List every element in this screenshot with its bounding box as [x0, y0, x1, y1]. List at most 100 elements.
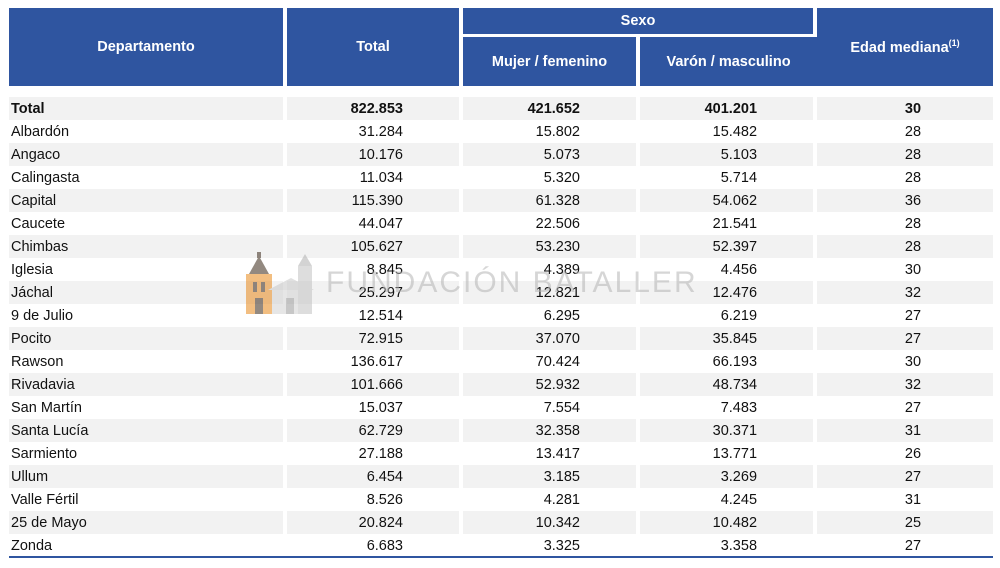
cell-edad: 28 — [817, 120, 994, 143]
cell-edad: 32 — [817, 373, 994, 396]
cell-total: 27.188 — [287, 442, 463, 465]
cell-varon: 15.482 — [640, 120, 818, 143]
cell-edad: 27 — [817, 327, 994, 350]
table-row: Ullum 6.454 3.185 3.269 27 — [9, 465, 994, 488]
cell-varon: 35.845 — [640, 327, 818, 350]
cell-total: 115.390 — [287, 189, 463, 212]
header-mujer: Mujer / femenino — [463, 37, 640, 89]
cell-name: San Martín — [9, 396, 287, 419]
cell-total: 6.683 — [287, 534, 463, 557]
cell-name: 25 de Mayo — [9, 511, 287, 534]
cell-edad: 27 — [817, 465, 994, 488]
cell-edad: 31 — [817, 488, 994, 511]
cell-edad: 27 — [817, 534, 994, 557]
cell-mujer: 52.932 — [463, 373, 640, 396]
table-row: Rivadavia 101.666 52.932 48.734 32 — [9, 373, 994, 396]
cell-edad: 26 — [817, 442, 994, 465]
cell-mujer: 37.070 — [463, 327, 640, 350]
cell-varon: 30.371 — [640, 419, 818, 442]
header-edad-footnote: (1) — [948, 38, 960, 49]
cell-total: 6.454 — [287, 465, 463, 488]
cell-varon: 401.201 — [640, 97, 818, 120]
cell-edad: 27 — [817, 304, 994, 327]
bottom-rule — [9, 556, 993, 558]
table-row: Albardón 31.284 15.802 15.482 28 — [9, 120, 994, 143]
cell-name: Angaco — [9, 143, 287, 166]
cell-varon: 48.734 — [640, 373, 818, 396]
cell-edad: 27 — [817, 396, 994, 419]
cell-mujer: 10.342 — [463, 511, 640, 534]
table-row: Santa Lucía 62.729 32.358 30.371 31 — [9, 419, 994, 442]
header-sexo: Sexo — [463, 8, 818, 37]
cell-total: 8.526 — [287, 488, 463, 511]
cell-mujer: 22.506 — [463, 212, 640, 235]
cell-varon: 4.245 — [640, 488, 818, 511]
cell-name: Valle Fértil — [9, 488, 287, 511]
table-row: Calingasta 11.034 5.320 5.714 28 — [9, 166, 994, 189]
table-row: Capital 115.390 61.328 54.062 36 — [9, 189, 994, 212]
cell-edad: 28 — [817, 166, 994, 189]
table-row: Valle Fértil 8.526 4.281 4.245 31 — [9, 488, 994, 511]
cell-mujer: 70.424 — [463, 350, 640, 373]
cell-mujer: 7.554 — [463, 396, 640, 419]
cell-edad: 28 — [817, 143, 994, 166]
cell-varon: 66.193 — [640, 350, 818, 373]
header-edad-mediana: Edad mediana(1) — [817, 8, 994, 89]
cell-total: 15.037 — [287, 396, 463, 419]
cell-name: Sarmiento — [9, 442, 287, 465]
header-departamento: Departamento — [9, 8, 287, 89]
cell-edad: 32 — [817, 281, 994, 304]
table-row: Sarmiento 27.188 13.417 13.771 26 — [9, 442, 994, 465]
cell-varon: 21.541 — [640, 212, 818, 235]
cell-name: Albardón — [9, 120, 287, 143]
cell-name: Ullum — [9, 465, 287, 488]
cell-name: Total — [9, 97, 287, 120]
cell-edad: 25 — [817, 511, 994, 534]
cell-mujer: 15.802 — [463, 120, 640, 143]
cell-edad: 28 — [817, 212, 994, 235]
cell-total: 72.915 — [287, 327, 463, 350]
cell-total: 11.034 — [287, 166, 463, 189]
cell-edad: 30 — [817, 97, 994, 120]
watermark: FUNDACIÓN BATALLER — [246, 252, 698, 314]
cell-total: 822.853 — [287, 97, 463, 120]
header-edad-label: Edad mediana — [850, 39, 949, 56]
cell-name: Pocito — [9, 327, 287, 350]
cell-total: 10.176 — [287, 143, 463, 166]
table-row-total: Total 822.853 421.652 401.201 30 — [9, 97, 994, 120]
table-row: San Martín 15.037 7.554 7.483 27 — [9, 396, 994, 419]
cell-mujer: 3.185 — [463, 465, 640, 488]
cell-edad: 30 — [817, 350, 994, 373]
table-row: Pocito 72.915 37.070 35.845 27 — [9, 327, 994, 350]
cell-total: 20.824 — [287, 511, 463, 534]
cell-name: Capital — [9, 189, 287, 212]
cell-edad: 36 — [817, 189, 994, 212]
table-header: Departamento Total Sexo Edad mediana(1) … — [9, 8, 994, 89]
header-total: Total — [287, 8, 463, 89]
table-row: 25 de Mayo 20.824 10.342 10.482 25 — [9, 511, 994, 534]
cell-varon: 10.482 — [640, 511, 818, 534]
cell-varon: 3.269 — [640, 465, 818, 488]
table-row: Zonda 6.683 3.325 3.358 27 — [9, 534, 994, 557]
cell-name: Caucete — [9, 212, 287, 235]
cell-varon: 5.714 — [640, 166, 818, 189]
cell-mujer: 61.328 — [463, 189, 640, 212]
cell-mujer: 3.325 — [463, 534, 640, 557]
cell-total: 136.617 — [287, 350, 463, 373]
cell-mujer: 5.073 — [463, 143, 640, 166]
table-row: Caucete 44.047 22.506 21.541 28 — [9, 212, 994, 235]
header-varon: Varón / masculino — [640, 37, 818, 89]
cell-varon: 13.771 — [640, 442, 818, 465]
cell-edad: 31 — [817, 419, 994, 442]
watermark-text: FUNDACIÓN BATALLER — [326, 266, 698, 299]
cell-edad: 28 — [817, 235, 994, 258]
cell-edad: 30 — [817, 258, 994, 281]
cell-name: Zonda — [9, 534, 287, 557]
cell-varon: 5.103 — [640, 143, 818, 166]
cell-total: 44.047 — [287, 212, 463, 235]
table-row: Angaco 10.176 5.073 5.103 28 — [9, 143, 994, 166]
cell-mujer: 13.417 — [463, 442, 640, 465]
table-body: Total 822.853 421.652 401.201 30 Albardó… — [9, 89, 994, 557]
cell-name: Rawson — [9, 350, 287, 373]
cell-total: 31.284 — [287, 120, 463, 143]
